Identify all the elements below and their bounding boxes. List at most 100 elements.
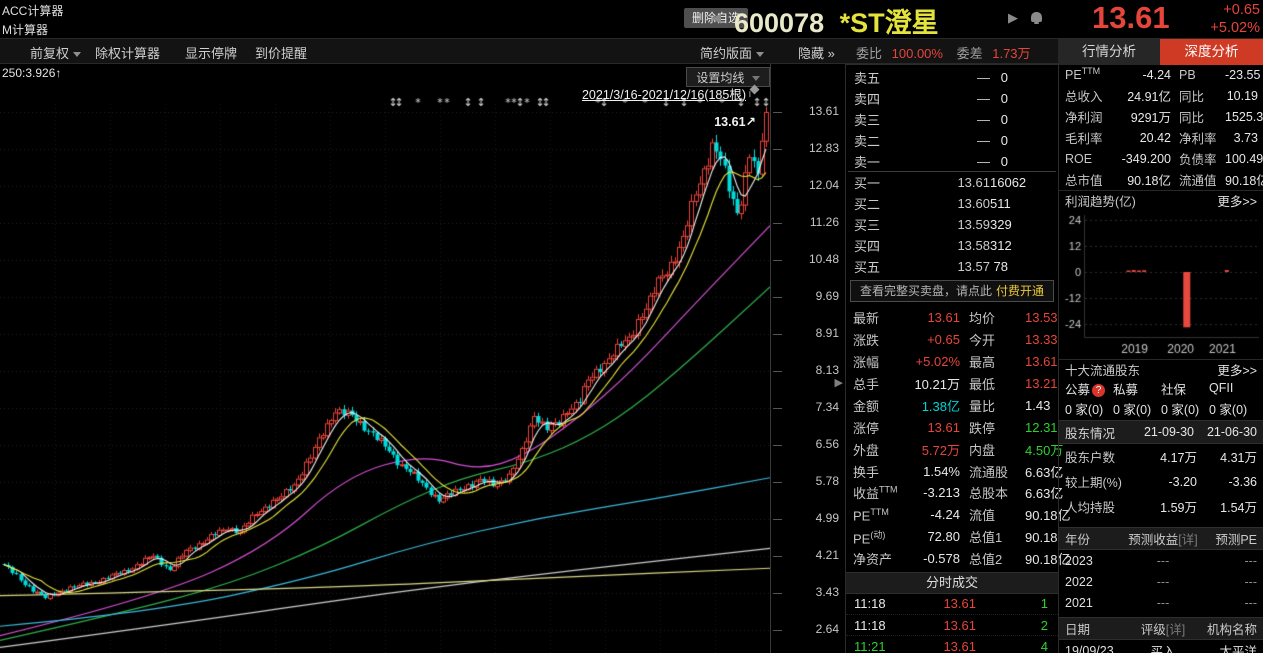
bid-row: 买二 13.60 511 (846, 193, 1058, 214)
stat-label: 收益TTM (853, 483, 913, 502)
fundamental-label: 总市值 (1065, 170, 1115, 189)
trade-price: 13.61 (906, 639, 976, 653)
fundamental-value: 10.19 (1225, 89, 1258, 103)
order-book-panel: 卖五 — 0 卖四 — 0 卖三 — 0 卖二 — 0 (845, 64, 1058, 653)
trade-volume: 4 (976, 639, 1048, 653)
toolbar-item-exright-calc[interactable]: 除权计算器 (95, 43, 160, 62)
ask-level-label: 卖五 (854, 68, 906, 87)
profit-trend-more-link[interactable]: 更多>> (1217, 191, 1257, 210)
paywall-banner[interactable]: 查看完整买卖盘，请点此付费开通 (850, 280, 1054, 302)
bid-level-label: 买二 (854, 194, 906, 213)
stat-label: 最高 (960, 352, 1025, 371)
stat-value: -3.213 (913, 485, 960, 500)
fundamental-label: 净利润 (1065, 107, 1115, 126)
tab-depth-analysis[interactable]: 深度分析 (1160, 39, 1263, 65)
tab-quote-analysis[interactable]: 行情分析 (1058, 39, 1160, 65)
stat-value: +0.65 (913, 332, 960, 347)
stat-value: 13.53 (1025, 310, 1058, 325)
tick-trades-header: 分时成交 (846, 572, 1058, 594)
ask-level-label: 卖二 (854, 131, 906, 150)
ask-row: 卖五 — 0 (846, 67, 1058, 88)
stat-label: 涨幅 (853, 352, 913, 371)
bid-volume: 511 (990, 196, 1011, 211)
profit-trend-chart-canvas (1059, 209, 1263, 359)
bell-icon[interactable] (1031, 12, 1042, 22)
next-stock-arrow-icon[interactable]: ▶ (1008, 10, 1018, 26)
holder-count: 0 家(0) (1113, 399, 1161, 418)
panel-collapse-handle[interactable]: ▶ (835, 376, 843, 389)
detail-link[interactable]: [详] (1178, 533, 1197, 547)
stat-label: 外盘 (853, 440, 913, 459)
stat-label: 内盘 (960, 440, 1025, 459)
chevron-down-icon (73, 52, 81, 57)
fundamental-label: 同比 (1171, 107, 1225, 126)
stat-label: 涨停 (853, 418, 913, 437)
stat-value: 1.38亿 (913, 396, 960, 415)
stock-code: 600078 (734, 8, 824, 38)
price-axis-label: 12.83 (771, 130, 846, 167)
top-holders-more-link[interactable]: 更多>> (1217, 360, 1257, 379)
paywall-upgrade-link[interactable]: 付费开通 (996, 284, 1044, 298)
menu-item-calculator[interactable]: M计算器 (2, 21, 48, 38)
toolbar-item-price-alert[interactable]: 到价提醒 (255, 43, 307, 62)
profit-trend-header: 利润趋势(亿) 更多>> (1059, 190, 1263, 209)
trade-price: 13.61 (906, 618, 976, 633)
weibi-value: 100.00% (892, 46, 943, 61)
fundamental-value: 90.18亿 (1115, 170, 1171, 189)
rating-row: 19/09/23 买入 太平洋 (1059, 640, 1263, 653)
bid-price: 13.61 (906, 175, 990, 190)
ma250-readout: 250:3.926↑ (2, 66, 61, 80)
price-axis-label: 4.21 (771, 537, 846, 574)
fundamental-row: 毛利率 20.42 净利率 3.73 (1059, 127, 1263, 148)
holder-categories-row: 公募? 私募 社保 QFII (1059, 378, 1263, 398)
fundamental-label: 毛利率 (1065, 128, 1115, 147)
date-range-link[interactable]: 2021/3/16-2021/12/16(185根) (420, 84, 746, 103)
stat-value: 13.61 (913, 310, 960, 325)
stat-row: 外盘 5.72万 内盘 4.50万 (846, 438, 1058, 460)
price-axis: 13.61 12.83 12.04 11.26 10.48 9.69 8.91 … (770, 64, 845, 653)
stat-row: PE(动) 72.80 总值1 90.18亿 (846, 526, 1058, 548)
stat-value: 1.43 (1025, 398, 1050, 413)
fundamental-label: 总收入 (1065, 86, 1115, 105)
hide-panel-button[interactable]: 隐藏 » (798, 43, 835, 62)
question-badge-icon[interactable]: ? (1092, 384, 1105, 397)
forecast-eps: --- (1127, 575, 1199, 589)
header: ACC计算器 M计算器 删除自选 ◀ 600078 *ST澄星 ▶ 13.61 … (0, 0, 1263, 38)
ask-row: 卖一 — 0 (846, 151, 1058, 172)
prev-stock-arrow-icon[interactable]: ◀ (711, 10, 721, 26)
kline-chart-canvas[interactable] (0, 64, 770, 653)
ask-price: — (906, 112, 990, 127)
trade-time: 11:18 (854, 596, 906, 611)
fundamental-value: 9291万 (1115, 107, 1171, 126)
bid-level-label: 买一 (854, 173, 906, 192)
price-axis-label: 3.43 (771, 574, 846, 611)
adjust-mode-dropdown[interactable]: 前复权 (30, 43, 81, 62)
stock-title: 600078 *ST澄星 (734, 1, 939, 40)
forecast-pe: --- (1199, 596, 1257, 610)
stat-label: PE(动) (853, 528, 913, 546)
toolbar-item-show-suspended[interactable]: 显示停牌 (185, 43, 237, 62)
holder-category: 公募? (1065, 379, 1113, 398)
bid-price: 13.57 (906, 259, 990, 274)
bid-volume: 78 (990, 259, 1008, 274)
snapshot-label: 股东情况 (1065, 423, 1131, 442)
ask-level-label: 卖四 (854, 89, 906, 108)
fundamental-row: 总市值 90.18亿 流通值 90.18亿 (1059, 169, 1263, 190)
weibi-weicha-readout: 委比 100.00% 委差 1.73万 (856, 43, 1041, 62)
holder-stat-value: -3.20 (1137, 475, 1197, 489)
snapshot-date: 21-09-30 (1131, 425, 1194, 439)
detail-link[interactable]: [详] (1166, 623, 1185, 637)
holder-stat-label: 较上期(%) (1065, 472, 1137, 491)
simple-layout-dropdown[interactable]: 简约版面 (700, 43, 764, 62)
price-change: +0.65 +5.02% (1196, 1, 1260, 37)
price-axis-label: 2.64 (771, 611, 846, 648)
bid-row: 买一 13.61 16062 (846, 172, 1058, 193)
fundamental-label: PB (1171, 68, 1225, 82)
forecast-pe: --- (1199, 575, 1257, 589)
forecast-year: 2021 (1065, 596, 1127, 610)
holder-category: 社保 (1161, 379, 1209, 398)
stat-row: 净资产 -0.578 总值2 90.18亿 (846, 548, 1058, 570)
top-holders-title: 十大流通股东 (1065, 360, 1140, 379)
last-price: 13.61 (1092, 0, 1170, 36)
menu-item-calculator[interactable]: ACC计算器 (2, 2, 63, 19)
